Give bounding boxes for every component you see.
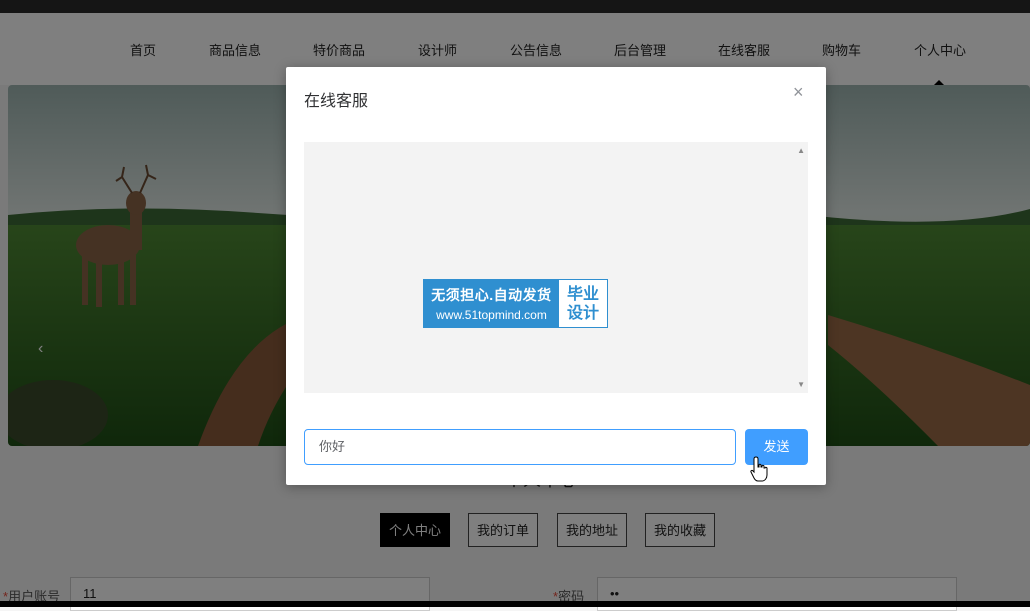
chat-scrollbar[interactable]: ▲ ▼: [794, 142, 808, 393]
watermark-left: 无须担心.自动发货 www.51topmind.com: [424, 280, 559, 327]
watermark-slogan: 无须担心.自动发货: [431, 287, 552, 303]
close-icon[interactable]: ×: [793, 82, 804, 103]
dialog-title: 在线客服: [304, 93, 369, 110]
scroll-up-icon[interactable]: ▲: [797, 146, 805, 155]
watermark-right-top: 毕业: [566, 285, 599, 303]
message-input[interactable]: 你好: [304, 429, 736, 465]
chat-messages-area[interactable]: 无须担心.自动发货 www.51topmind.com 毕业 设计 ▲ ▼: [304, 142, 808, 393]
watermark-logo: 无须担心.自动发货 www.51topmind.com 毕业 设计: [423, 279, 608, 328]
watermark-url: www.51topmind.com: [436, 308, 547, 322]
customer-service-dialog: 在线客服 × 无须担心.自动发货 www.51topmind.com 毕业 设计…: [286, 67, 826, 485]
watermark-right-bottom: 设计: [566, 304, 599, 322]
hand-cursor-icon: [750, 456, 768, 482]
scroll-down-icon[interactable]: ▼: [797, 380, 805, 389]
watermark-right: 毕业 设计: [559, 280, 607, 327]
